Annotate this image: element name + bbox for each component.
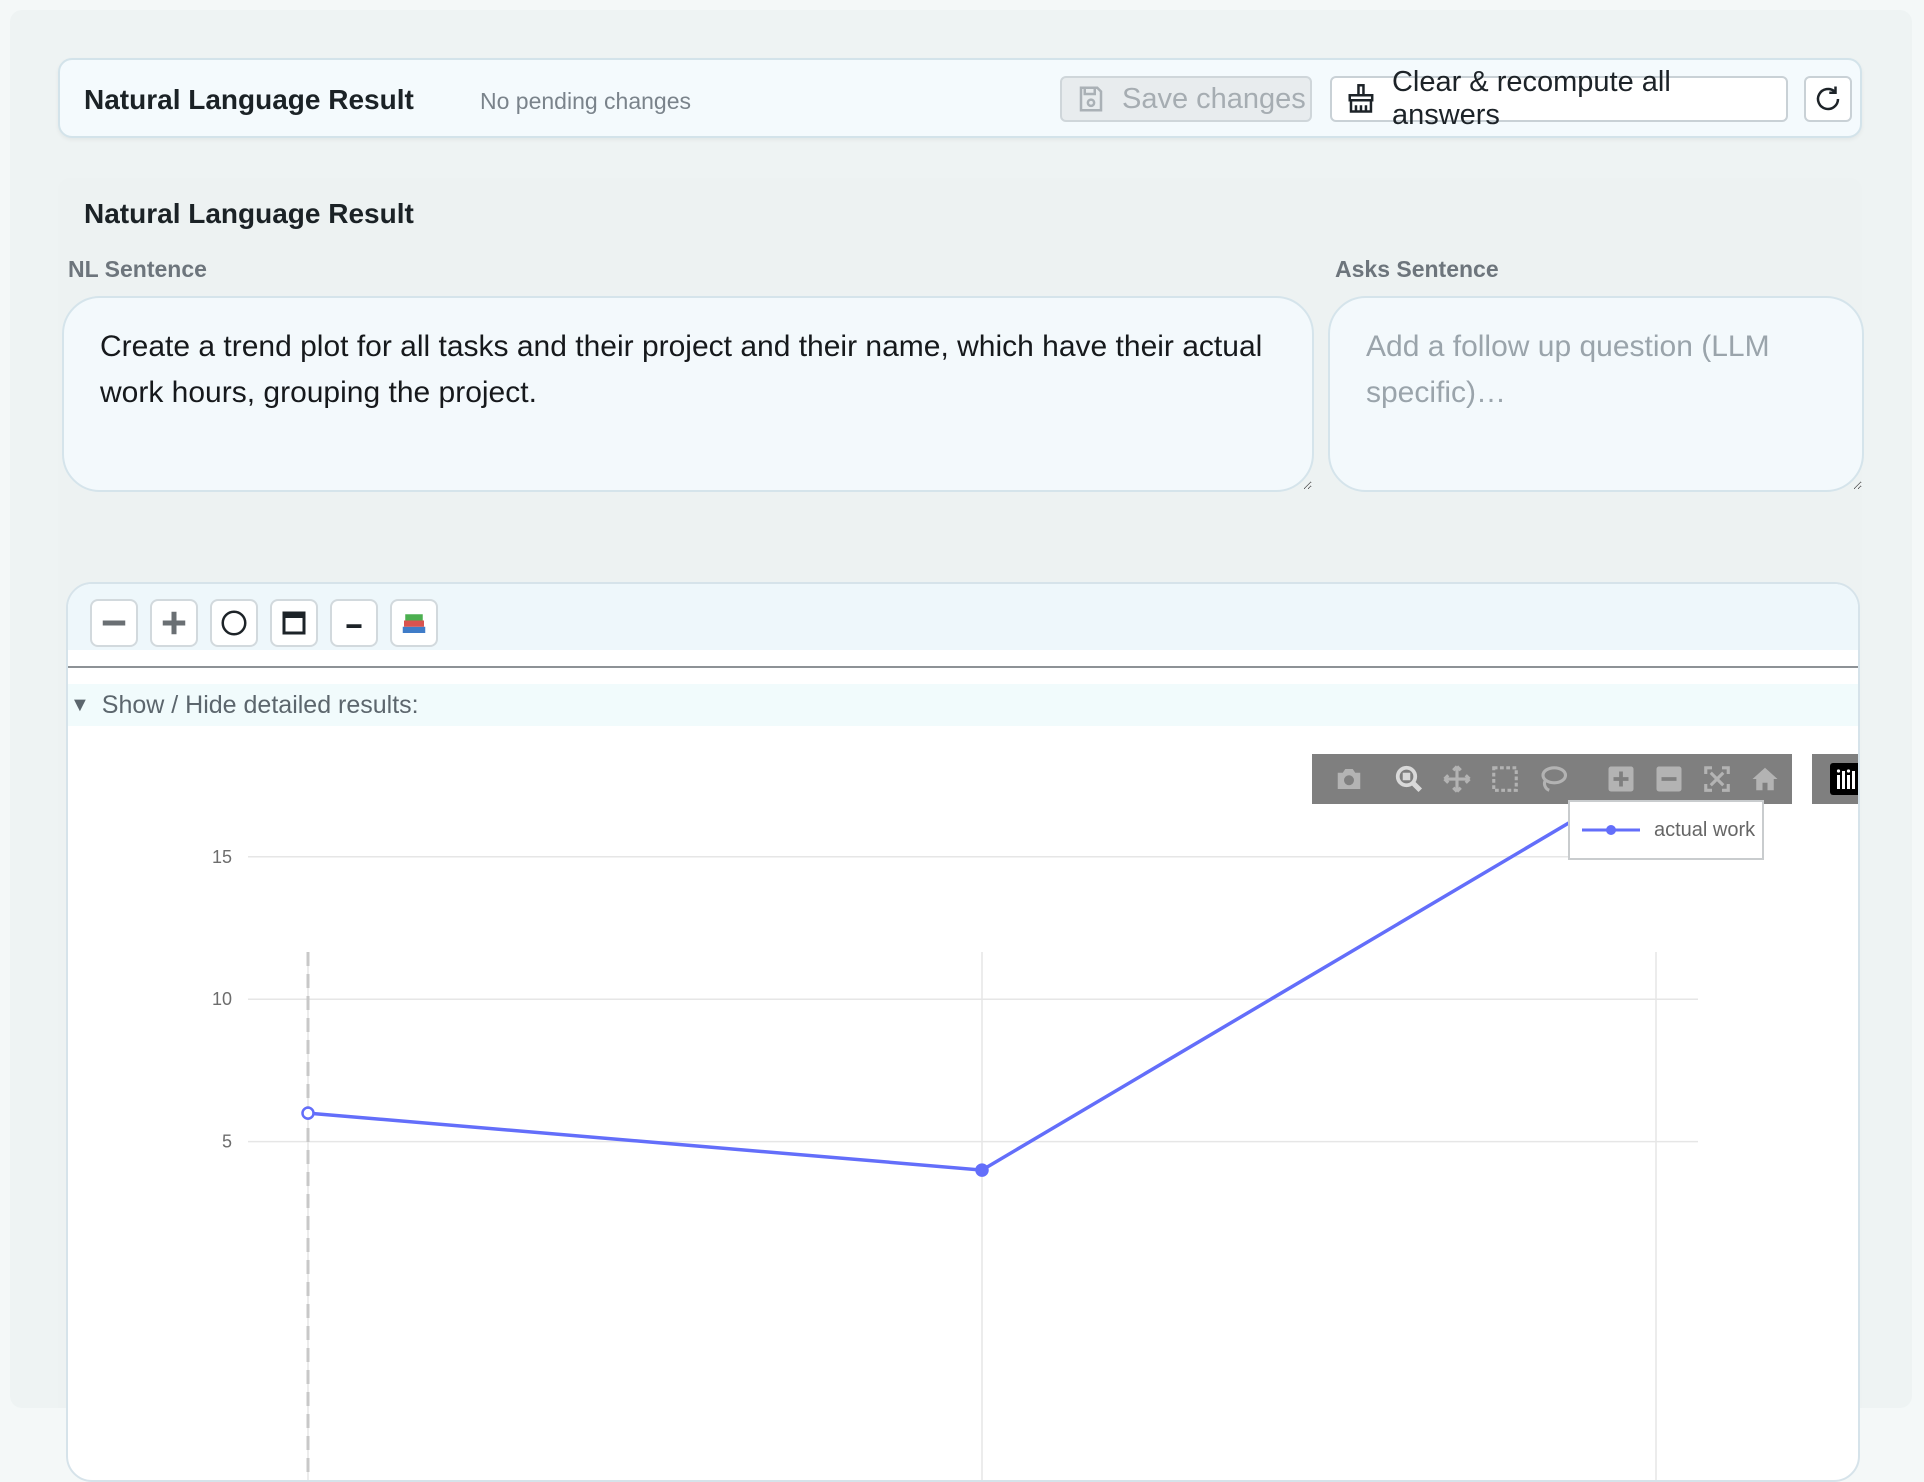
box-select-icon[interactable]: [1488, 762, 1522, 796]
zoom-in-icon[interactable]: [1604, 762, 1638, 796]
clear-recompute-button[interactable]: Clear & recompute all answers: [1330, 66, 1788, 131]
y-tick-label: 15: [212, 847, 232, 867]
chart-legend[interactable]: actual work: [1568, 800, 1764, 860]
broom-icon: [1348, 84, 1374, 113]
plotly-logo-icon[interactable]: [1812, 754, 1858, 804]
home-icon[interactable]: [1748, 762, 1782, 796]
camera-icon[interactable]: [1332, 762, 1366, 796]
autoscale-icon[interactable]: [1700, 762, 1734, 796]
panel-title: Natural Language Result: [84, 198, 414, 229]
legend-series-name: actual work: [1654, 818, 1756, 841]
pan-icon[interactable]: [1440, 762, 1474, 796]
data-point[interactable]: [301, 1106, 315, 1120]
zoom-icon[interactable]: [1392, 762, 1426, 796]
floppy-disk-icon: [1079, 86, 1103, 112]
lasso-select-icon[interactable]: [1536, 762, 1570, 796]
chart-card: ▼ Show / Hide detailed results: 51015: [66, 582, 1860, 1482]
pending-status: No pending changes: [480, 88, 691, 114]
refresh-icon: [1816, 86, 1840, 111]
trend-plot[interactable]: 5 10 15: [68, 584, 1860, 1482]
y-tick-label: 5: [222, 1132, 232, 1152]
plot-modebar: [1312, 754, 1792, 804]
clear-button-label: Clear & recompute all answers: [1391, 66, 1671, 131]
nl-sentence-label: NL Sentence: [68, 256, 207, 282]
save-button-label: Save changes: [1122, 82, 1306, 115]
result-header: Natural Language Result No pending chang…: [58, 58, 1862, 138]
save-button[interactable]: Save changes: [1060, 76, 1312, 122]
header-title: Natural Language Result: [84, 84, 414, 115]
zoom-out-icon[interactable]: [1652, 762, 1686, 796]
y-tick-label: 10: [212, 989, 232, 1009]
data-point[interactable]: [975, 1163, 989, 1177]
refresh-button[interactable]: [1804, 76, 1852, 122]
nl-sentence-input[interactable]: Create a trend plot for all tasks and th…: [62, 296, 1314, 492]
asks-sentence-label: Asks Sentence: [1335, 256, 1499, 282]
asks-sentence-input[interactable]: [1328, 296, 1864, 492]
legend-line-marker: [1582, 825, 1640, 835]
